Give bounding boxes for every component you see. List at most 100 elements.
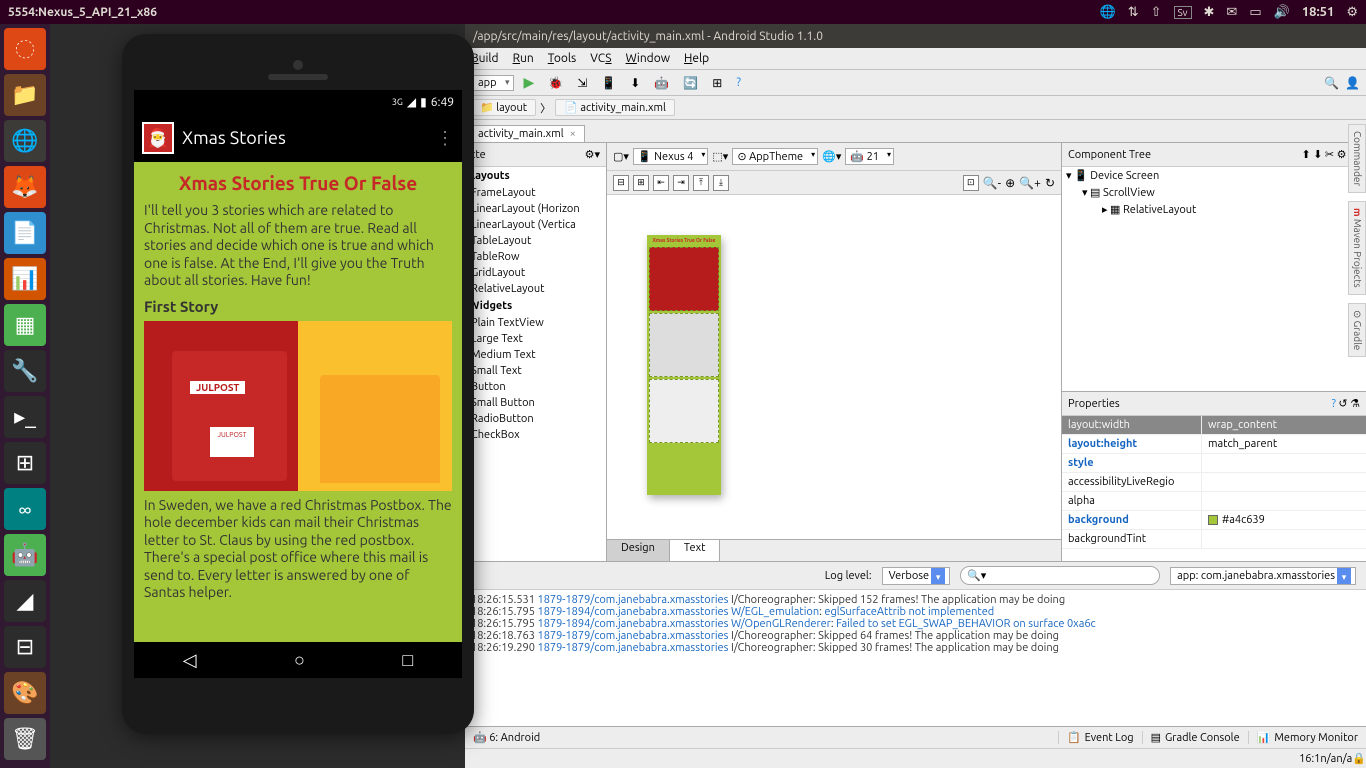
search-everywhere-icon[interactable]: 🔍 <box>1324 76 1339 90</box>
tree-relativelayout[interactable]: ▸ ▦ RelativeLayout <box>1062 201 1366 218</box>
palette-item[interactable]: RadioButton <box>465 411 606 427</box>
app-scroll-content[interactable]: Xmas Stories True Or False I'll tell you… <box>134 162 462 642</box>
tree-scrollview[interactable]: ▾ ▤ ScrollView <box>1062 184 1366 201</box>
lock-icon[interactable]: 🔒 <box>1352 752 1366 765</box>
align-icon[interactable]: ⊟ <box>613 175 629 191</box>
mail-icon[interactable]: ✉ <box>1226 5 1237 20</box>
dropbox-icon[interactable]: ⇅ <box>1128 5 1139 20</box>
tree-device-screen[interactable]: ▾ 📱 Device Screen <box>1062 167 1366 184</box>
align-icon[interactable]: ⤓ <box>713 175 729 191</box>
gradle-console-button[interactable]: ▤ Gradle Console <box>1142 731 1248 744</box>
text-tab[interactable]: Text <box>670 540 721 561</box>
design-tab[interactable]: Design <box>607 540 670 561</box>
align-icon[interactable]: ⇥ <box>673 175 689 191</box>
palette-item[interactable]: GridLayout <box>465 265 606 281</box>
maven-tab[interactable]: m Maven Projects <box>1348 201 1366 295</box>
launcher-dash[interactable]: ◌ <box>4 28 46 70</box>
run-button[interactable]: ▶ <box>520 72 539 93</box>
logcat-filter-dropdown[interactable]: app: com.janebabra.xmasstories <box>1170 567 1356 585</box>
design-surface[interactable]: Xmas Stories True Or False <box>607 195 1061 539</box>
keyboard-layout[interactable]: Sv <box>1174 6 1192 19</box>
volume-icon[interactable]: 🔊 <box>1274 5 1290 20</box>
theme-icon[interactable]: ⬚▾ <box>712 150 728 163</box>
logcat-level-dropdown[interactable]: Verbose <box>882 567 951 585</box>
palette-item[interactable]: Small Text <box>465 363 606 379</box>
battery-icon[interactable]: ▭ <box>1249 5 1261 20</box>
chrome-icon[interactable]: 🌐 <box>1100 5 1116 20</box>
property-row[interactable]: alpha <box>1062 492 1366 511</box>
palette-item[interactable]: Large Text <box>465 331 606 347</box>
palette-item[interactable]: RelativeLayout <box>465 281 606 297</box>
palette-item[interactable]: TableRow <box>465 249 606 265</box>
logcat-search-input[interactable]: 🔍▾ <box>960 566 1160 585</box>
launcher-arduino[interactable]: ∞ <box>4 488 46 530</box>
menu-vcs[interactable]: VCS <box>590 52 611 65</box>
event-log-button[interactable]: 📋 Event Log <box>1058 731 1142 744</box>
ddms-icon[interactable]: 🤖 <box>650 74 673 92</box>
menu-build[interactable]: Build <box>471 52 499 65</box>
editor-tab-active[interactable]: activity_main.xml × <box>469 125 585 142</box>
property-row[interactable]: layout:widthwrap_content <box>1062 416 1366 435</box>
align-icon[interactable]: ⤒ <box>693 175 709 191</box>
run-config-dropdown[interactable]: app <box>471 75 514 91</box>
launcher-gimp[interactable]: 🎨 <box>4 672 46 714</box>
palette-item[interactable]: LinearLayout (Vertica <box>465 217 606 233</box>
palette-item[interactable]: CheckBox <box>465 427 606 443</box>
align-icon[interactable]: ⊞ <box>633 175 649 191</box>
props-tools[interactable]: ? ↺ ⚗ <box>1332 397 1360 410</box>
menu-window[interactable]: Window <box>626 52 670 65</box>
api-dropdown[interactable]: 🤖 21 <box>845 148 894 165</box>
zoom-in-icon[interactable]: 🔍+ <box>1019 176 1041 190</box>
orientation-icon[interactable]: ▢▾ <box>613 150 629 163</box>
zoom-out-icon[interactable]: 🔍- <box>983 176 1001 190</box>
menu-tools[interactable]: Tools <box>548 52 577 65</box>
attach-debugger-icon[interactable]: ⇲ <box>573 74 591 92</box>
zoom-fit-icon[interactable]: ⊡ <box>963 175 979 191</box>
nav-recent-icon[interactable]: □ <box>402 650 413 671</box>
palette-item[interactable]: TableLayout <box>465 233 606 249</box>
property-row[interactable]: background#a4c639 <box>1062 511 1366 530</box>
refresh-icon[interactable]: ↻ <box>1045 176 1055 190</box>
launcher-trash[interactable]: 🗑 <box>4 718 46 760</box>
palette-item[interactable]: Button <box>465 379 606 395</box>
settings-gear-icon[interactable]: ⚙ <box>1346 5 1358 20</box>
logcat-output[interactable]: 18:26:15.531 1879-1879/com.janebabra.xma… <box>465 590 1366 726</box>
launcher-files[interactable]: 📁 <box>4 74 46 116</box>
sync-gradle-icon[interactable]: 🔄 <box>679 74 702 92</box>
launcher-workspace[interactable]: ⊞ <box>4 442 46 484</box>
launcher-calc[interactable]: ▦ <box>4 304 46 346</box>
palette-gear-icon[interactable]: ⚙▾ <box>585 148 600 161</box>
launcher-impress[interactable]: 📊 <box>4 258 46 300</box>
breadcrumb-file[interactable]: 📄 activity_main.xml <box>555 99 675 116</box>
property-row[interactable]: backgroundTint <box>1062 530 1366 549</box>
component-tree[interactable]: ▾ 📱 Device Screen ▾ ▤ ScrollView ▸ ▦ Rel… <box>1062 167 1366 391</box>
palette-item[interactable]: Medium Text <box>465 347 606 363</box>
palette-item[interactable]: FrameLayout <box>465 185 606 201</box>
tab-close-icon[interactable]: × <box>570 128 576 140</box>
gradle-tab[interactable]: ⊙ Gradle <box>1348 303 1366 357</box>
property-row[interactable]: style <box>1062 454 1366 473</box>
commander-tab[interactable]: Commander <box>1348 124 1366 193</box>
nav-back-icon[interactable]: ◁ <box>183 650 197 671</box>
user-icon[interactable]: 👤 <box>1345 76 1360 90</box>
launcher-chrome[interactable]: 🌐 <box>4 120 46 162</box>
help-icon[interactable]: ? <box>732 74 745 91</box>
debug-button[interactable]: 🐞 <box>544 74 567 92</box>
menu-run[interactable]: Run <box>513 52 534 65</box>
align-icon[interactable]: ⇤ <box>653 175 669 191</box>
launcher-android[interactable]: 🤖 <box>4 534 46 576</box>
palette-item[interactable]: Plain TextView <box>465 315 606 331</box>
overflow-menu-icon[interactable]: ⋮ <box>436 128 454 149</box>
launcher-writer[interactable]: 📄 <box>4 212 46 254</box>
zoom-reset-icon[interactable]: ⊕ <box>1005 176 1015 190</box>
palette-item[interactable]: Small Button <box>465 395 606 411</box>
breadcrumb-layout[interactable]: 📁 layout <box>471 99 536 116</box>
locale-icon[interactable]: 🌐▾ <box>822 150 841 163</box>
launcher-firefox[interactable]: 🦊 <box>4 166 46 208</box>
nav-home-icon[interactable]: ○ <box>294 650 305 671</box>
property-row[interactable]: accessibilityLiveRegio <box>1062 473 1366 492</box>
device-dropdown[interactable]: 📱 Nexus 4 <box>633 148 708 165</box>
memory-monitor-button[interactable]: 📊 Memory Monitor <box>1248 731 1366 744</box>
launcher-settings[interactable]: 🔧 <box>4 350 46 392</box>
android-toolwindow-button[interactable]: 🤖 6: Android <box>465 731 548 744</box>
